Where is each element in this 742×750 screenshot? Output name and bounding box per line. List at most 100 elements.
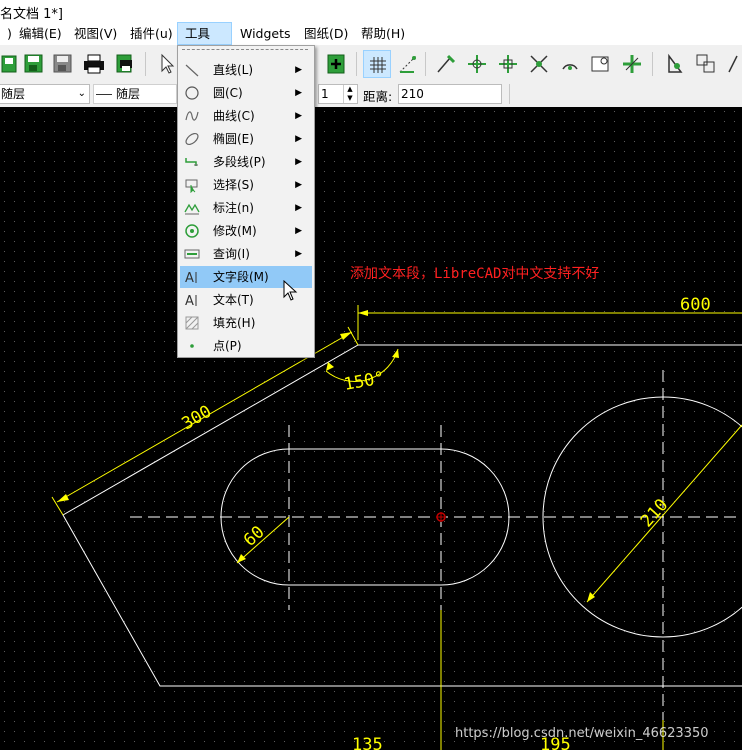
polyline-icon xyxy=(185,158,198,166)
menu-item-label: 多段线(P) xyxy=(213,155,266,169)
line-width-spinbox[interactable]: 1 ▲ ▼ xyxy=(318,84,358,104)
info-icon xyxy=(184,249,200,259)
hatch-icon xyxy=(185,316,199,330)
submenu-arrow-icon: ▶ xyxy=(295,88,302,98)
snap-endpoint-icon[interactable] xyxy=(494,50,522,78)
propbar-separator xyxy=(509,84,510,104)
relative-zero-icon[interactable] xyxy=(692,50,720,78)
chevron-down-icon: ⌄ xyxy=(77,88,86,99)
menu-item-label: 文本(T) xyxy=(213,293,254,307)
menu-item-dimension[interactable]: 标注(n) ▶ xyxy=(180,197,312,219)
dim-600-label: 600 xyxy=(680,295,711,315)
ortho-snap-icon[interactable] xyxy=(394,50,422,78)
submenu-arrow-icon: ▶ xyxy=(295,65,302,75)
spinbox-value: 1 xyxy=(321,87,329,101)
distance-input[interactable]: 210 xyxy=(398,84,502,104)
save-icon[interactable] xyxy=(49,50,77,78)
mouse-cursor-icon xyxy=(283,280,298,301)
menu-item-label: 填充(H) xyxy=(213,316,256,330)
point-icon xyxy=(190,344,194,348)
toolbar-separator xyxy=(145,52,146,76)
curve-icon xyxy=(185,111,199,121)
restrict-icon[interactable] xyxy=(661,50,689,78)
menu-item-label: 直线(L) xyxy=(213,63,254,77)
linetype-sample xyxy=(96,94,112,95)
linetype-combo-value: 随层 xyxy=(116,87,141,101)
grid-dots xyxy=(0,107,742,750)
drawing-canvas[interactable]: 600 300 150° 60 210 135 195 添加文本段，LibreC… xyxy=(0,107,742,750)
line-icon xyxy=(185,64,199,77)
dimension-icon xyxy=(184,203,200,215)
property-bar: 随层 ⌄ 随层 1 ▲ ▼ 距离: 210 xyxy=(0,82,742,108)
layer-combo[interactable]: 随层 ⌄ xyxy=(0,84,90,104)
menu-item-label: 标注(n) xyxy=(213,201,254,215)
menu-item-ellipse[interactable]: 椭圆(E) ▶ xyxy=(180,128,312,150)
submenu-arrow-icon: ▶ xyxy=(295,180,302,190)
print-icon[interactable] xyxy=(80,50,108,78)
snap-distance-icon[interactable] xyxy=(587,50,615,78)
menu-item-hatch[interactable]: 填充(H) xyxy=(180,312,312,334)
submenu-arrow-icon: ▶ xyxy=(295,203,302,213)
watermark-text: https://blog.csdn.net/weixin_46623350 xyxy=(455,726,709,741)
menu-item-label: 点(P) xyxy=(213,339,242,353)
ellipse-icon xyxy=(185,132,199,146)
submenu-arrow-icon: ▶ xyxy=(295,157,302,167)
menu-item-line[interactable]: 直线(L) ▶ xyxy=(180,59,312,81)
menu-edit[interactable]: 编辑(E) xyxy=(12,22,69,45)
menu-item-select[interactable]: 选择(S) ▶ xyxy=(180,174,312,196)
menu-item-polyline[interactable]: 多段线(P) ▶ xyxy=(180,151,312,173)
menu-item-label: 椭圆(E) xyxy=(213,132,254,146)
spinbox-arrows-icon[interactable]: ▲ ▼ xyxy=(343,85,356,103)
submenu-arrow-icon: ▶ xyxy=(295,226,302,236)
save-as-icon[interactable] xyxy=(20,50,48,78)
grid-icon[interactable] xyxy=(363,50,391,78)
menu-item-circle[interactable]: 圆(C) ▶ xyxy=(180,82,312,104)
cad-drawing: 600 300 150° 60 210 135 195 添加文本段，LibreC… xyxy=(0,107,742,750)
snap-grid-icon[interactable] xyxy=(463,50,491,78)
add-block-icon[interactable] xyxy=(322,50,350,78)
toolbar-separator xyxy=(356,52,357,76)
menu-help[interactable]: 帮助(H) xyxy=(354,22,412,45)
menu-item-label: 曲线(C) xyxy=(213,109,255,123)
menu-item-label: 查询(I) xyxy=(213,247,250,261)
new-icon[interactable] xyxy=(0,50,22,78)
dim-135-label: 135 xyxy=(352,735,383,750)
pointer-icon[interactable] xyxy=(152,50,180,78)
menu-item-info[interactable]: 查询(I) ▶ xyxy=(180,243,312,265)
menu-item-curve[interactable]: 曲线(C) ▶ xyxy=(180,105,312,127)
text-icon: A xyxy=(185,294,197,308)
menu-drawings[interactable]: 图纸(D) xyxy=(297,22,355,45)
mtext-icon: A xyxy=(185,271,197,285)
distance-label: 距离: xyxy=(363,89,393,104)
title-bar: 名文档 1*] xyxy=(0,0,742,22)
layer-combo-value: 随层 xyxy=(1,87,26,101)
menu-item-label: 修改(M) xyxy=(213,224,257,238)
menu-bar: ) 编辑(E) 视图(V) 插件(u) 工具(T) Widgets 图纸(D) … xyxy=(0,22,742,62)
lock-relative-zero-icon[interactable] xyxy=(723,50,742,78)
select-icon xyxy=(185,179,198,193)
menu-view[interactable]: 视图(V) xyxy=(67,22,124,45)
modify-icon xyxy=(185,224,199,238)
circle-icon xyxy=(185,86,199,100)
window-title: 名文档 1*] xyxy=(0,7,63,22)
menu-plugins[interactable]: 插件(u) xyxy=(123,22,180,45)
menu-item-modify[interactable]: 修改(M) ▶ xyxy=(180,220,312,242)
snap-intersection-icon[interactable] xyxy=(525,50,553,78)
menu-item-label: 圆(C) xyxy=(213,86,243,100)
menu-widgets[interactable]: Widgets xyxy=(233,22,298,45)
linetype-combo[interactable]: 随层 xyxy=(93,84,177,104)
menu-tools[interactable]: 工具(T) xyxy=(177,22,232,62)
svg-text:A: A xyxy=(185,271,194,285)
toolbar xyxy=(0,45,742,83)
print-preview-icon[interactable] xyxy=(111,50,139,78)
snap-center-icon[interactable] xyxy=(556,50,584,78)
menu-tear-off-line[interactable] xyxy=(182,49,308,50)
snap-middle-icon[interactable] xyxy=(618,50,646,78)
menu-item-point[interactable]: 点(P) xyxy=(180,335,312,357)
distance-value: 210 xyxy=(401,87,424,101)
toolbar-separator xyxy=(652,52,653,76)
snap-free-icon[interactable] xyxy=(432,50,460,78)
submenu-arrow-icon: ▶ xyxy=(295,111,302,121)
tools-dropdown-menu: 直线(L) ▶ 圆(C) ▶ 曲线(C) ▶ 椭圆(E) ▶ 多段线(P) ▶ … xyxy=(177,45,315,358)
menu-item-label: 选择(S) xyxy=(213,178,254,192)
